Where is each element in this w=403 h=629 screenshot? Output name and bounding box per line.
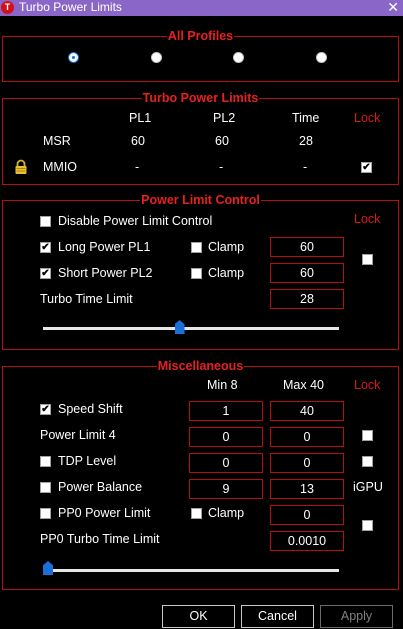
profile-radio-3[interactable] — [233, 52, 244, 63]
max-header: Max 40 — [283, 378, 324, 392]
plc-lock-checkbox[interactable] — [362, 254, 373, 265]
miscellaneous-legend: Miscellaneous — [156, 359, 245, 373]
app-icon: T — [1, 1, 14, 14]
power-balance-checkbox[interactable] — [40, 482, 51, 493]
short-clamp-label: Clamp — [208, 266, 245, 280]
power-limit-control-legend: Power Limit Control — [140, 193, 261, 207]
tdp-level-checkbox[interactable] — [40, 456, 51, 467]
pp0-time-slider-thumb[interactable] — [43, 561, 53, 575]
pp0-power-limit-checkbox[interactable] — [40, 508, 51, 519]
power-balance-max-input[interactable]: 13 — [270, 479, 344, 499]
pl2-header: PL2 — [213, 111, 236, 125]
profile-radio-2[interactable] — [151, 52, 162, 63]
window-title: Turbo Power Limits — [19, 0, 122, 14]
long-clamp-checkbox[interactable] — [191, 242, 202, 253]
pp0-time-slider-track[interactable] — [43, 569, 339, 572]
mmio-label: MMIO — [43, 160, 78, 174]
tdp-level-label: TDP Level — [58, 454, 117, 468]
misc-lock-label: Lock — [354, 378, 381, 392]
pp0-clamp-checkbox[interactable] — [191, 508, 202, 519]
time-header: Time — [292, 111, 320, 125]
speed-shift-checkbox[interactable]: ✔ — [40, 404, 51, 415]
short-clamp-checkbox[interactable] — [191, 268, 202, 279]
long-power-pl1-label: Long Power PL1 — [58, 240, 151, 254]
power-limit-4-min-input[interactable]: 0 — [189, 427, 263, 447]
profile-radio-4[interactable] — [316, 52, 327, 63]
all-profiles-legend: All Profiles — [166, 29, 235, 43]
plc-lock-label: Lock — [354, 212, 381, 226]
profile-radio-1[interactable] — [68, 52, 79, 63]
power-limit-control-group: Power Limit Control Lock Disable Power L… — [2, 193, 399, 350]
pp0-lock-checkbox[interactable] — [362, 520, 373, 531]
msr-pl2-value: 60 — [215, 134, 229, 148]
miscellaneous-group: Miscellaneous Min 8 Max 40 Lock ✔ Speed … — [2, 359, 399, 590]
power-balance-label: Power Balance — [58, 480, 143, 494]
turbo-time-slider-thumb[interactable] — [174, 320, 185, 334]
turbo-time-limit-label: Turbo Time Limit — [40, 292, 133, 306]
pp0-turbo-time-label: PP0 Turbo Time Limit — [40, 532, 160, 546]
min-header: Min 8 — [207, 378, 238, 392]
tdp-level-lock-checkbox[interactable] — [362, 456, 373, 467]
title-bar: T Turbo Power Limits ✕ — [0, 0, 403, 16]
msr-label: MSR — [43, 134, 71, 148]
lock-icon — [15, 159, 27, 174]
msr-pl1-value: 60 — [131, 134, 145, 148]
all-profiles-group: All Profiles — [2, 29, 399, 82]
short-power-pl2-checkbox[interactable]: ✔ — [40, 268, 51, 279]
pl1-header: PL1 — [129, 111, 152, 125]
long-clamp-label: Clamp — [208, 240, 245, 254]
power-balance-min-input[interactable]: 9 — [189, 479, 263, 499]
short-power-pl2-label: Short Power PL2 — [58, 266, 153, 280]
lock-header: Lock — [354, 111, 381, 125]
mmio-pl1-value: - — [135, 160, 140, 174]
mmio-time-value: - — [303, 160, 308, 174]
msr-time-value: 28 — [299, 134, 313, 148]
mmio-pl2-value: - — [219, 160, 224, 174]
power-limit-4-lock-checkbox[interactable] — [362, 430, 373, 441]
disable-power-limit-checkbox[interactable] — [40, 216, 51, 227]
igpu-label: iGPU — [353, 480, 383, 494]
pp0-clamp-label: Clamp — [208, 506, 245, 520]
pp0-power-limit-label: PP0 Power Limit — [58, 506, 151, 520]
power-limit-4-label: Power Limit 4 — [40, 428, 116, 442]
turbo-power-limits-legend: Turbo Power Limits — [141, 91, 260, 105]
speed-shift-min-input[interactable]: 1 — [189, 401, 263, 421]
ok-button[interactable]: OK — [162, 605, 235, 628]
pp0-turbo-time-input[interactable]: 0.0010 — [270, 531, 344, 551]
pp0-power-limit-input[interactable]: 0 — [270, 505, 344, 525]
turbo-time-slider-track[interactable] — [43, 327, 339, 330]
turbo-power-limits-group: Turbo Power Limits PL1 PL2 Time Lock MSR… — [2, 91, 399, 185]
turbo-time-limit-input[interactable]: 28 — [270, 289, 344, 309]
power-limit-4-max-input[interactable]: 0 — [270, 427, 344, 447]
mmio-lock-checkbox[interactable]: ✔ — [361, 162, 372, 173]
cancel-button[interactable]: Cancel — [241, 605, 314, 628]
long-power-pl1-checkbox[interactable]: ✔ — [40, 242, 51, 253]
close-icon[interactable]: ✕ — [387, 0, 399, 15]
speed-shift-max-input[interactable]: 40 — [270, 401, 344, 421]
tdp-level-min-input[interactable]: 0 — [189, 453, 263, 473]
apply-button[interactable]: Apply — [320, 605, 393, 628]
disable-power-limit-label: Disable Power Limit Control — [58, 214, 213, 228]
short-power-pl2-input[interactable]: 60 — [270, 263, 344, 283]
long-power-pl1-input[interactable]: 60 — [270, 237, 344, 257]
tdp-level-max-input[interactable]: 0 — [270, 453, 344, 473]
speed-shift-label: Speed Shift — [58, 402, 123, 416]
